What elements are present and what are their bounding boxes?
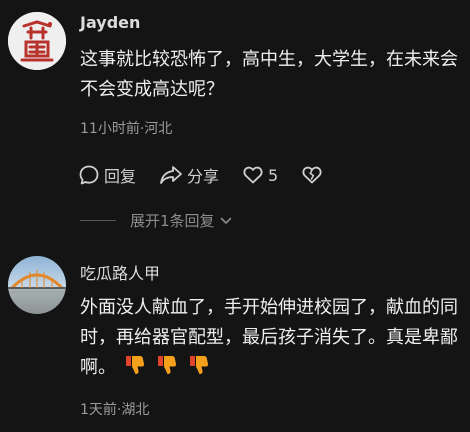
comment-bubble-icon bbox=[79, 165, 99, 185]
thumbs-down-emoji bbox=[158, 356, 177, 374]
heart-icon bbox=[243, 166, 263, 184]
like-button[interactable]: 5 bbox=[242, 164, 278, 186]
chevron-down-icon bbox=[220, 217, 231, 224]
comment-text: 外面没人献血了，手开始伸进校园了，献血的同时，再给器官配型，最后孩子消失了。真是… bbox=[80, 293, 464, 386]
expand-replies-button[interactable]: 展开1条回复 bbox=[80, 210, 233, 231]
emoji-row bbox=[124, 354, 220, 386]
expand-replies-label: 展开1条回复 bbox=[130, 212, 215, 230]
username[interactable]: 吃瓜路人甲 bbox=[80, 260, 160, 284]
thumbs-down-emoji bbox=[126, 356, 145, 374]
reply-label: 回复 bbox=[104, 167, 137, 186]
like-count: 5 bbox=[268, 165, 279, 185]
red-seal-avatar bbox=[8, 12, 66, 70]
broken-heart-icon bbox=[302, 166, 322, 184]
thumbs-down-emoji bbox=[190, 356, 209, 374]
comment-item: 吃瓜路人甲 外面没人献血了，手开始伸进校园了，献血的同时，再给器官配型，最后孩子… bbox=[0, 240, 470, 432]
comment-actions: 回复 分享 5 bbox=[78, 163, 346, 187]
share-label: 分享 bbox=[187, 167, 220, 186]
avatar[interactable] bbox=[8, 12, 66, 70]
comment-item: Jayden 这事就比较恐怖了，高中生，大学生，在未来会不会变成高达呢？ 11小… bbox=[0, 0, 470, 240]
share-button[interactable]: 分享 bbox=[159, 163, 219, 187]
comment-text: 这事就比较恐怖了，高中生，大学生，在未来会不会变成高达呢？ bbox=[80, 49, 458, 100]
dislike-button[interactable] bbox=[301, 164, 323, 186]
comment-meta: 11小时前·河北 bbox=[80, 121, 173, 137]
avatar[interactable] bbox=[8, 256, 66, 314]
reply-button[interactable]: 回复 bbox=[78, 163, 136, 187]
comment-meta: 1天前·湖北 bbox=[80, 402, 150, 418]
bridge-photo-avatar bbox=[8, 256, 66, 314]
username[interactable]: Jayden bbox=[80, 13, 140, 32]
divider bbox=[80, 220, 116, 221]
share-arrow-icon bbox=[160, 166, 182, 184]
